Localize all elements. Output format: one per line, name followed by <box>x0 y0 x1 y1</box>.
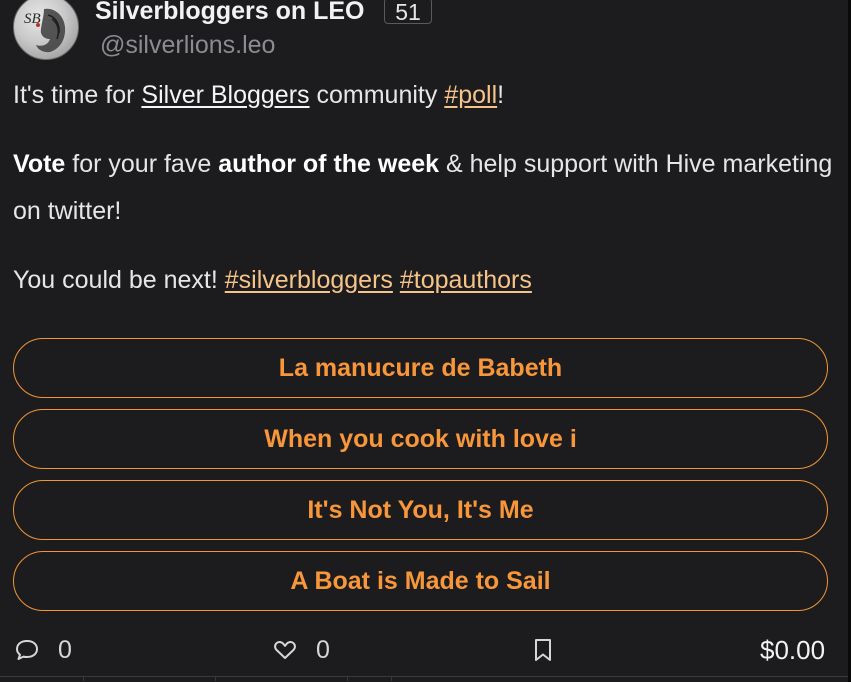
poll-option-button[interactable]: When you cook with love i <box>13 409 828 469</box>
text: for your fave <box>65 150 219 178</box>
heart-icon <box>272 637 298 663</box>
text: ! <box>497 81 505 109</box>
divider <box>347 676 348 681</box>
bold-text: author of the week <box>218 150 440 178</box>
poll-option-button[interactable]: It's Not You, It's Me <box>13 480 828 540</box>
lion-crest-logo: SB <box>24 8 66 53</box>
post-paragraph-1: It's time for Silver Bloggers community … <box>13 72 833 119</box>
post-paragraph-2: Vote for your fave author of the week & … <box>13 141 833 235</box>
author-display-name[interactable]: Silverbloggers on LEO <box>95 0 365 28</box>
hashtag-link-topauthors[interactable]: #topauthors <box>400 266 532 294</box>
community-link[interactable]: Silver Bloggers <box>141 81 309 109</box>
poll-option-button[interactable]: A Boat is Made to Sail <box>13 551 828 611</box>
avatar[interactable]: SB <box>13 0 79 60</box>
poll-option-button[interactable]: La manucure de Babeth <box>13 338 828 398</box>
divider <box>0 676 848 682</box>
comment-button[interactable]: 0 <box>14 630 72 670</box>
comment-count: 0 <box>58 635 72 664</box>
author-handle[interactable]: @silverlions.leo <box>100 30 275 60</box>
text: It's time for <box>13 81 142 109</box>
payout-value[interactable]: $0.00 <box>760 630 825 670</box>
post-card: SB Silverbloggers on LEO 51 @silverlions… <box>0 0 849 681</box>
divider <box>391 676 392 681</box>
comment-icon <box>14 637 40 663</box>
post-paragraph-3: You could be next! #silverbloggers #topa… <box>13 257 833 304</box>
bookmark-button[interactable] <box>530 630 556 670</box>
hashtag-link-silverbloggers[interactable]: #silverbloggers <box>225 266 393 294</box>
text: You could be next! <box>13 266 225 294</box>
bold-text: Vote <box>13 150 66 178</box>
hashtag-link-poll[interactable]: #poll <box>444 81 497 109</box>
divider <box>83 676 84 681</box>
text: community <box>309 81 445 109</box>
reputation-badge: 51 <box>384 0 432 25</box>
bookmark-icon <box>530 637 556 663</box>
like-button[interactable]: 0 <box>272 630 330 670</box>
divider <box>215 676 216 681</box>
like-count: 0 <box>316 635 330 664</box>
